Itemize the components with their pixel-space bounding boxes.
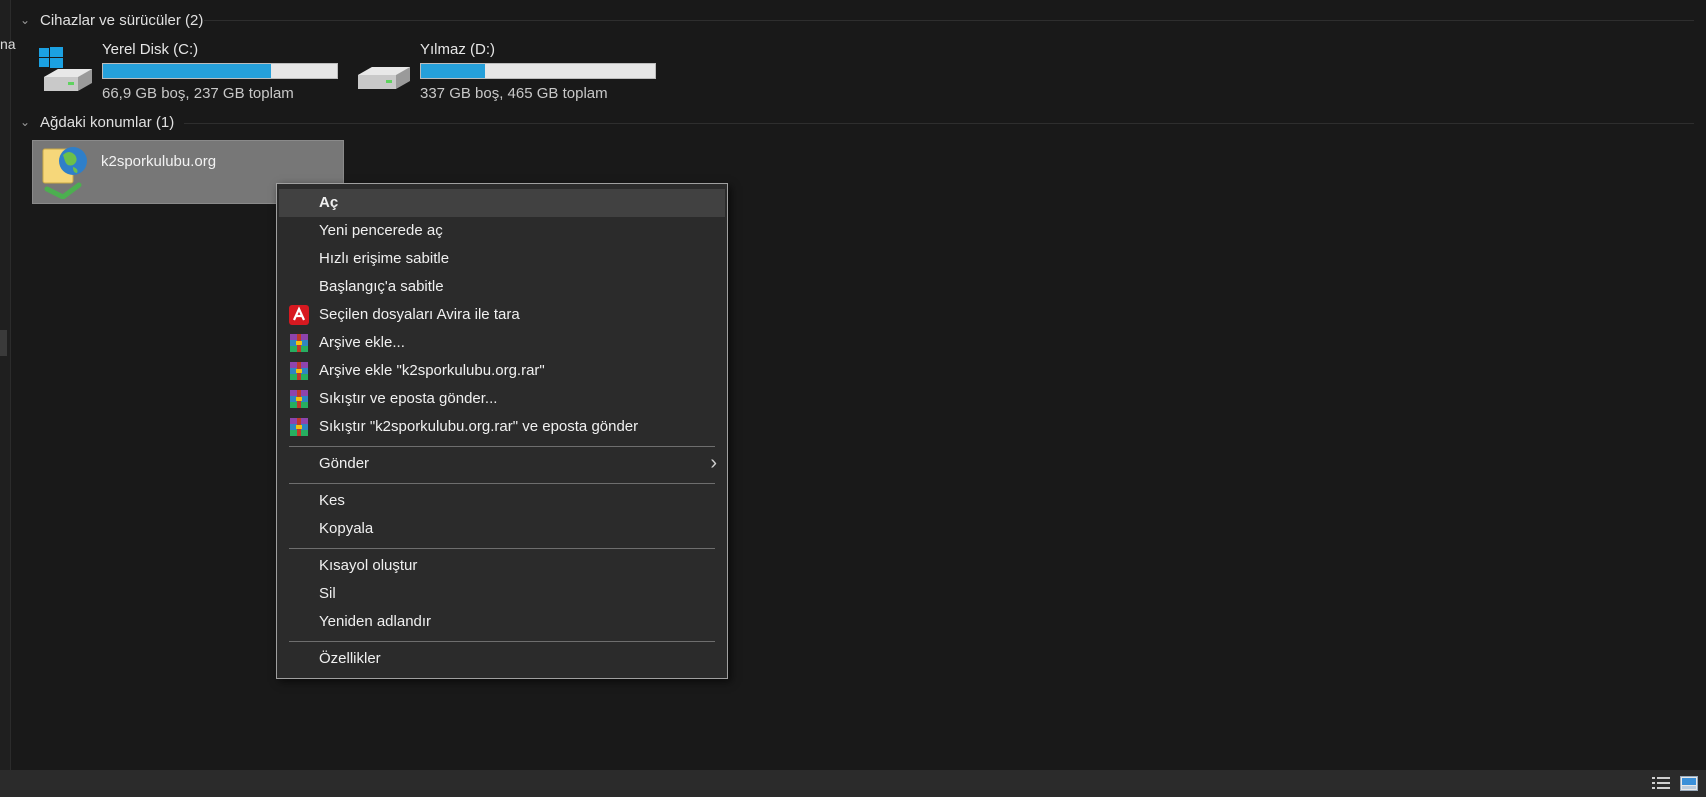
drive-c[interactable]: Yerel Disk (C:) 66,9 GB boş, 237 GB topl… <box>38 41 338 102</box>
menu-item-open[interactable]: Aç <box>279 189 725 217</box>
menu-item-compress-named-email[interactable]: Sıkıştır "k2sporkulubu.org.rar" ve epost… <box>279 413 725 441</box>
drive-name: Yerel Disk (C:) <box>102 41 199 58</box>
network-location-icon <box>42 147 87 199</box>
details-view-icon[interactable] <box>1652 776 1670 791</box>
drive-usage-bar <box>102 63 338 79</box>
chevron-right-icon: › <box>710 452 717 474</box>
windows-drive-icon <box>39 47 92 91</box>
group-divider <box>184 123 1694 124</box>
winrar-icon <box>290 334 308 352</box>
menu-item-add-to-named-archive[interactable]: Arşive ekle "k2sporkulubu.org.rar" <box>279 357 725 385</box>
nav-pane-selection[interactable] <box>0 330 7 356</box>
menu-item-properties[interactable]: Özellikler <box>279 645 725 673</box>
avira-icon <box>289 305 309 325</box>
menu-item-delete[interactable]: Sil <box>279 580 725 608</box>
chevron-down-icon[interactable]: ⌄ <box>20 115 36 129</box>
menu-item-send-to[interactable]: Gönder › <box>279 450 725 478</box>
menu-item-avira-scan[interactable]: Seçilen dosyaları Avira ile tara <box>279 301 725 329</box>
menu-item-rename[interactable]: Yeniden adlandır <box>279 608 725 636</box>
group-title-network: Ağdaki konumlar (1) <box>40 113 175 131</box>
group-divider <box>204 20 1694 21</box>
drive-usage-fill <box>421 64 486 78</box>
winrar-icon <box>290 362 308 380</box>
drive-d[interactable]: Yılmaz (D:) 337 GB boş, 465 GB toplam <box>356 41 656 102</box>
status-bar <box>0 770 1706 797</box>
winrar-icon <box>290 418 308 436</box>
group-header-network[interactable]: ⌄ Ağdaki konumlar (1) <box>20 110 174 134</box>
context-menu: Aç Yeni pencerede aç Hızlı erişime sabit… <box>276 183 728 679</box>
winrar-icon <box>290 390 308 408</box>
large-icons-view-icon[interactable] <box>1680 776 1698 791</box>
drive-usage-fill <box>103 64 271 78</box>
drive-free-space: 66,9 GB boş, 237 GB toplam <box>102 85 294 102</box>
menu-item-pin-start[interactable]: Başlangıç'a sabitle <box>279 273 725 301</box>
group-title-devices: Cihazlar ve sürücüler (2) <box>40 11 204 29</box>
menu-separator <box>289 548 715 549</box>
menu-item-pin-quick-access[interactable]: Hızlı erişime sabitle <box>279 245 725 273</box>
menu-separator <box>289 483 715 484</box>
menu-item-cut[interactable]: Kes <box>279 487 725 515</box>
menu-item-copy[interactable]: Kopyala <box>279 515 725 543</box>
drive-name: Yılmaz (D:) <box>420 41 495 58</box>
network-location-name: k2sporkulubu.org <box>101 153 217 170</box>
menu-item-compress-email[interactable]: Sıkıştır ve eposta gönder... <box>279 385 725 413</box>
navigation-pane[interactable]: na <box>0 0 16 770</box>
menu-item-add-to-archive[interactable]: Arşive ekle... <box>279 329 725 357</box>
nav-pane-cut-text: na <box>0 36 16 52</box>
drive-usage-bar <box>420 63 656 79</box>
chevron-down-icon[interactable]: ⌄ <box>20 13 36 27</box>
menu-item-create-shortcut[interactable]: Kısayol oluştur <box>279 552 725 580</box>
menu-separator <box>289 641 715 642</box>
drive-icon <box>358 67 410 89</box>
menu-item-open-new-window[interactable]: Yeni pencerede aç <box>279 217 725 245</box>
menu-separator <box>289 446 715 447</box>
group-header-devices[interactable]: ⌄ Cihazlar ve sürücüler (2) <box>20 8 203 32</box>
drive-free-space: 337 GB boş, 465 GB toplam <box>420 85 608 102</box>
